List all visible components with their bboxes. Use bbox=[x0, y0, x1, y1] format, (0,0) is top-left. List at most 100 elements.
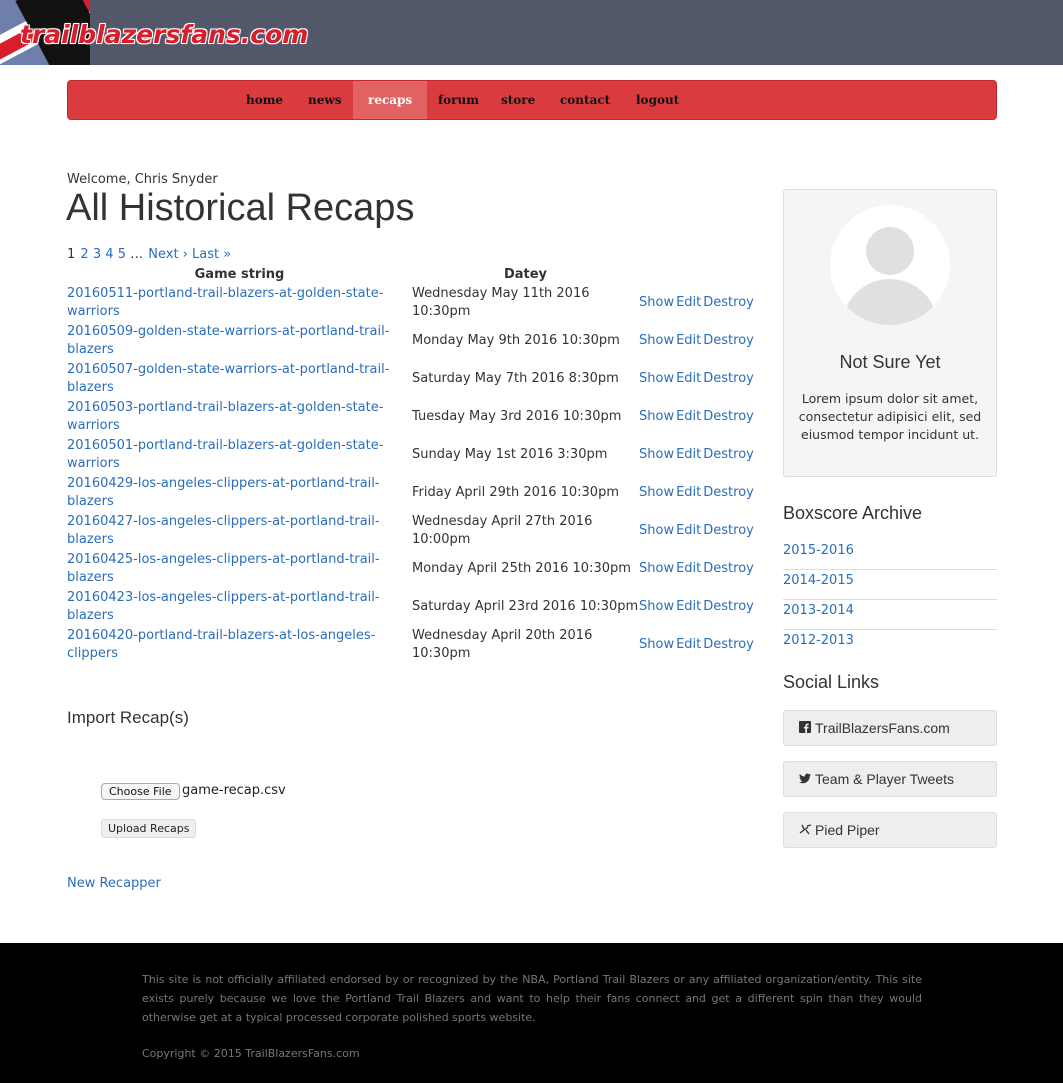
edit-link[interactable]: Edit bbox=[676, 561, 701, 576]
edit-link[interactable]: Edit bbox=[676, 523, 701, 538]
welcome-text: Welcome, Chris Snyder bbox=[67, 172, 218, 187]
destroy-link[interactable]: Destroy bbox=[703, 371, 754, 386]
next-page-link[interactable]: Next › bbox=[148, 247, 188, 262]
choose-file-button[interactable]: Choose File bbox=[101, 783, 180, 800]
recap-date: Saturday April 23rd 2016 10:30pm bbox=[412, 599, 639, 614]
edit-link[interactable]: Edit bbox=[676, 637, 701, 652]
social-link-trailblazersfans[interactable]: TrailBlazersFans.com bbox=[783, 710, 997, 746]
recap-game-link[interactable]: 20160420-portland-trail-blazers-at-los-a… bbox=[67, 628, 375, 661]
table-row: 20160507-golden-state-warriors-at-portla… bbox=[67, 360, 759, 398]
profile-name: Not Sure Yet bbox=[839, 352, 941, 372]
edit-link[interactable]: Edit bbox=[676, 295, 701, 310]
show-link[interactable]: Show bbox=[639, 371, 674, 386]
edit-link[interactable]: Edit bbox=[676, 371, 701, 386]
social-link-tweets[interactable]: Team & Player Tweets bbox=[783, 761, 997, 797]
table-row: 20160503-portland-trail-blazers-at-golde… bbox=[67, 398, 759, 436]
recap-game-link[interactable]: 20160509-golden-state-warriors-at-portla… bbox=[67, 324, 389, 357]
show-link[interactable]: Show bbox=[639, 447, 674, 462]
table-row: 20160420-portland-trail-blazers-at-los-a… bbox=[67, 626, 759, 664]
recap-game-link[interactable]: 20160511-portland-trail-blazers-at-golde… bbox=[67, 286, 383, 319]
nav-recaps[interactable]: recaps bbox=[353, 81, 428, 119]
recap-date: Wednesday April 27th 2016 10:00pm bbox=[412, 514, 593, 547]
destroy-link[interactable]: Destroy bbox=[703, 295, 754, 310]
destroy-link[interactable]: Destroy bbox=[703, 561, 754, 576]
show-link[interactable]: Show bbox=[639, 523, 674, 538]
table-row: 20160423-los-angeles-clippers-at-portlan… bbox=[67, 588, 759, 626]
nav-news[interactable]: news bbox=[293, 81, 356, 119]
edit-link[interactable]: Edit bbox=[676, 599, 701, 614]
nav-logout[interactable]: logout bbox=[621, 81, 694, 119]
recap-game-link[interactable]: 20160429-los-angeles-clippers-at-portlan… bbox=[67, 476, 380, 509]
archive-list: 2015-2016 2014-2015 2013-2014 2012-2013 bbox=[783, 540, 997, 659]
destroy-link[interactable]: Destroy bbox=[703, 409, 754, 424]
edit-link[interactable]: Edit bbox=[676, 447, 701, 462]
table-row: 20160509-golden-state-warriors-at-portla… bbox=[67, 322, 759, 360]
footer-disclaimer: This site is not officially affiliated e… bbox=[142, 973, 922, 1024]
page-4[interactable]: 4 bbox=[105, 247, 113, 262]
destroy-link[interactable]: Destroy bbox=[703, 599, 754, 614]
page-2[interactable]: 2 bbox=[80, 247, 88, 262]
social-title: Social Links bbox=[783, 672, 880, 692]
header-date: Datey bbox=[503, 266, 548, 282]
nav-forum[interactable]: forum bbox=[423, 81, 494, 119]
profile-card: Not Sure Yet Lorem ipsum dolor sit amet,… bbox=[783, 189, 997, 477]
last-page-link[interactable]: Last » bbox=[192, 247, 231, 262]
show-link[interactable]: Show bbox=[639, 561, 674, 576]
recap-game-link[interactable]: 20160501-portland-trail-blazers-at-golde… bbox=[67, 438, 383, 471]
show-link[interactable]: Show bbox=[639, 599, 674, 614]
show-link[interactable]: Show bbox=[639, 637, 674, 652]
show-link[interactable]: Show bbox=[639, 485, 674, 500]
archive-item[interactable]: 2012-2013 bbox=[783, 630, 997, 659]
avatar bbox=[830, 205, 950, 325]
edit-link[interactable]: Edit bbox=[676, 485, 701, 500]
site-footer: This site is not officially affiliated e… bbox=[0, 943, 1063, 1083]
destroy-link[interactable]: Destroy bbox=[703, 447, 754, 462]
destroy-link[interactable]: Destroy bbox=[703, 485, 754, 500]
archive-title: Boxscore Archive bbox=[783, 503, 923, 523]
destroy-link[interactable]: Destroy bbox=[703, 333, 754, 348]
show-link[interactable]: Show bbox=[639, 295, 674, 310]
nav-store[interactable]: store bbox=[486, 81, 550, 119]
recap-date: Saturday May 7th 2016 8:30pm bbox=[412, 371, 619, 386]
nav-contact[interactable]: contact bbox=[545, 81, 625, 119]
recap-game-link[interactable]: 20160503-portland-trail-blazers-at-golde… bbox=[67, 400, 383, 433]
recap-game-link[interactable]: 20160423-los-angeles-clippers-at-portlan… bbox=[67, 590, 380, 623]
site-header: trailblazersfans.com bbox=[0, 0, 1063, 65]
show-link[interactable]: Show bbox=[639, 333, 674, 348]
table-row: 20160427-los-angeles-clippers-at-portlan… bbox=[67, 512, 759, 550]
page-1[interactable]: 1 bbox=[67, 247, 75, 262]
header-game-string: Game string bbox=[194, 266, 285, 282]
show-link[interactable]: Show bbox=[639, 409, 674, 424]
new-recapper-link[interactable]: New Recapper bbox=[67, 876, 161, 891]
page-ellipsis: … bbox=[130, 247, 144, 262]
social-link-pied-piper[interactable]: Pied Piper bbox=[783, 812, 997, 848]
recap-date: Monday April 25th 2016 10:30pm bbox=[412, 561, 631, 576]
recap-game-link[interactable]: 20160425-los-angeles-clippers-at-portlan… bbox=[67, 552, 380, 585]
table-row: 20160501-portland-trail-blazers-at-golde… bbox=[67, 436, 759, 474]
destroy-link[interactable]: Destroy bbox=[703, 637, 754, 652]
recap-date: Tuesday May 3rd 2016 10:30pm bbox=[412, 409, 622, 424]
recaps-table: Game string Datey 20160511-portland-trai… bbox=[67, 264, 759, 664]
edit-link[interactable]: Edit bbox=[676, 409, 701, 424]
recap-game-link[interactable]: 20160507-golden-state-warriors-at-portla… bbox=[67, 362, 389, 395]
recap-date: Friday April 29th 2016 10:30pm bbox=[412, 485, 619, 500]
destroy-link[interactable]: Destroy bbox=[703, 523, 754, 538]
footer-copyright: Copyright © 2015 TrailBlazersFans.com bbox=[142, 1047, 360, 1060]
nav-home[interactable]: home bbox=[231, 81, 298, 119]
site-logo[interactable]: trailblazersfans.com bbox=[20, 20, 308, 49]
facebook-icon bbox=[799, 712, 811, 746]
archive-item[interactable]: 2014-2015 bbox=[783, 570, 997, 600]
pagination: 1 2 3 4 5 … Next › Last » bbox=[67, 247, 231, 262]
edit-link[interactable]: Edit bbox=[676, 333, 701, 348]
twitter-icon bbox=[799, 763, 811, 797]
page-5[interactable]: 5 bbox=[118, 247, 126, 262]
upload-recaps-button[interactable]: Upload Recaps bbox=[101, 819, 197, 838]
import-title: Import Recap(s) bbox=[67, 708, 189, 727]
page-3[interactable]: 3 bbox=[93, 247, 101, 262]
recap-game-link[interactable]: 20160427-los-angeles-clippers-at-portlan… bbox=[67, 514, 380, 547]
archive-item[interactable]: 2013-2014 bbox=[783, 600, 997, 630]
table-row: 20160429-los-angeles-clippers-at-portlan… bbox=[67, 474, 759, 512]
main-nav: home news recaps forum store contact log… bbox=[67, 80, 997, 120]
profile-description: Lorem ipsum dolor sit amet, consectetur … bbox=[798, 391, 982, 442]
archive-item[interactable]: 2015-2016 bbox=[783, 540, 997, 570]
